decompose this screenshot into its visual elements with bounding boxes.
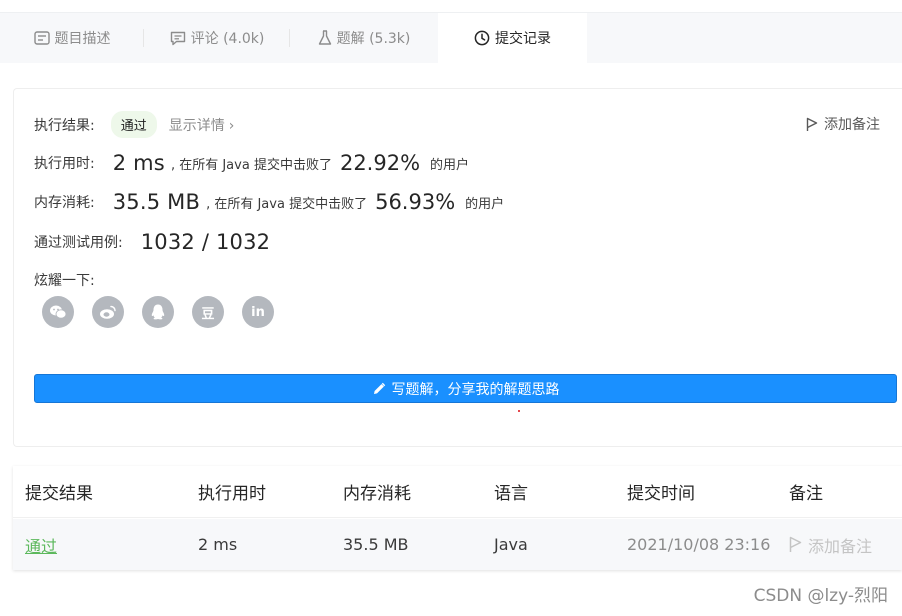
chevron-right-icon: › <box>228 117 235 134</box>
tab-description-label: 题目描述 <box>54 31 111 47</box>
row-runtime: 2 ms <box>198 535 238 554</box>
header-time: 提交时间 <box>627 484 695 504</box>
row-add-note-label: 添加备注 <box>808 536 873 556</box>
runtime-value: 2 ms <box>112 151 165 175</box>
testcases-label: 通过测试用例: <box>34 235 123 251</box>
share-row-label: 炫耀一下: <box>34 270 95 290</box>
linkedin-icon[interactable]: in <box>242 296 274 328</box>
add-note-label: 添加备注 <box>824 117 880 133</box>
description-icon <box>33 31 50 45</box>
tab-comments-label: 评论 (4.0k) <box>190 31 265 47</box>
share-icons: 豆 in <box>42 296 292 328</box>
tab-bar: 题目描述 评论 (4.0k) 题解 (5.3k) 提交记录 <box>0 12 902 63</box>
share-label: 炫耀一下: <box>34 273 95 289</box>
status-badge: 通过 <box>110 111 157 138</box>
header-language: 语言 <box>494 484 528 504</box>
memory-value: 35.5 MB <box>112 190 201 214</box>
runtime-row: 执行用时: 2 ms , 在所有 Java 提交中击败了 22.92% 的用户 <box>34 151 469 175</box>
tab-submissions-label: 提交记录 <box>495 31 551 47</box>
header-memory: 内存消耗 <box>343 484 411 504</box>
row-status-link[interactable]: 通过 <box>25 519 57 570</box>
runtime-beat-text: , 在所有 Java 提交中击败了 <box>170 157 332 173</box>
row-language: Java <box>494 535 528 554</box>
tab-submissions[interactable]: 提交记录 <box>438 13 587 63</box>
row-time: 2021/10/08 23:16 <box>627 535 771 554</box>
douban-glyph: 豆 <box>201 306 215 322</box>
memory-percent: 56.93% <box>375 190 456 214</box>
douban-icon[interactable]: 豆 <box>192 296 224 328</box>
flag-icon <box>789 536 802 553</box>
result-status-row: 执行结果: 通过 显示详情 › <box>34 111 234 138</box>
weibo-icon[interactable] <box>92 296 124 328</box>
runtime-suffix: 的用户 <box>430 157 470 173</box>
submissions-table: 提交结果 执行用时 内存消耗 语言 提交时间 备注 通过 2 ms 35.5 M… <box>13 466 902 570</box>
watermark: CSDN @lzy-烈阳 <box>753 586 888 606</box>
runtime-percent: 22.92% <box>339 151 421 175</box>
flask-icon <box>318 30 332 46</box>
row-add-note-button[interactable]: 添加备注 <box>789 519 872 570</box>
flag-icon <box>806 117 818 132</box>
red-dot <box>518 410 520 412</box>
comment-icon <box>170 31 186 46</box>
pencil-icon <box>372 382 386 396</box>
tab-description[interactable]: 题目描述 <box>0 13 144 63</box>
memory-label: 内存消耗: <box>34 195 95 211</box>
memory-suffix: 的用户 <box>465 196 505 212</box>
show-details-label: 显示详情 <box>168 117 225 134</box>
write-solution-label: 写题解，分享我的解题思路 <box>391 381 560 398</box>
table-row: 通过 2 ms 35.5 MB Java 2021/10/08 23:16 添加… <box>13 519 902 570</box>
tab-comments[interactable]: 评论 (4.0k) <box>144 13 290 63</box>
tab-solutions-label: 题解 (5.3k) <box>336 31 411 47</box>
write-solution-button[interactable]: 写题解，分享我的解题思路 <box>34 374 897 403</box>
header-status: 提交结果 <box>25 484 93 504</box>
testcases-value: 1032 / 1032 <box>140 230 271 254</box>
header-runtime: 执行用时 <box>198 484 266 504</box>
result-label: 执行结果: <box>34 117 95 134</box>
testcases-row: 通过测试用例: 1032 / 1032 <box>34 230 270 254</box>
result-card: 执行结果: 通过 显示详情 › 添加备注 执行用时: 2 ms , 在所有 Jav… <box>13 88 902 447</box>
memory-row: 内存消耗: 35.5 MB , 在所有 Java 提交中击败了 56.93% 的… <box>34 190 504 214</box>
add-note-button[interactable]: 添加备注 <box>806 114 880 134</box>
qq-icon[interactable] <box>142 296 174 328</box>
tab-solutions[interactable]: 题解 (5.3k) <box>290 13 438 63</box>
table-header: 提交结果 执行用时 内存消耗 语言 提交时间 备注 <box>13 466 902 518</box>
memory-beat-text: , 在所有 Java 提交中击败了 <box>206 196 368 212</box>
linkedin-glyph: in <box>251 304 265 320</box>
wechat-icon[interactable] <box>42 296 74 328</box>
row-memory: 35.5 MB <box>343 535 409 554</box>
header-note: 备注 <box>789 484 823 504</box>
runtime-label: 执行用时: <box>34 156 95 172</box>
clock-icon <box>474 30 490 46</box>
show-details-link[interactable]: 显示详情 › <box>169 115 235 135</box>
